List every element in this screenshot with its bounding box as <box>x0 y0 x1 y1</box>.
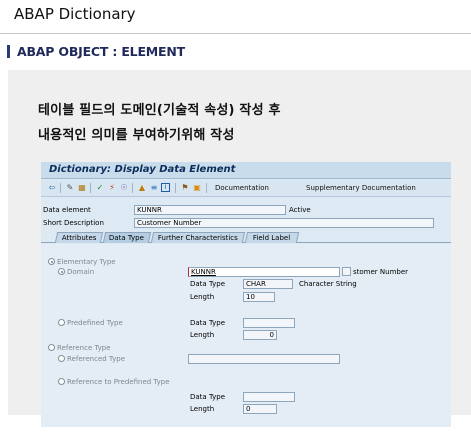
tab-further-characteristics[interactable]: Further Characteristics <box>150 232 246 243</box>
data-element-field[interactable]: KUNNR <box>134 205 286 215</box>
reference-type-label: Reference Type <box>57 344 111 352</box>
where-used-icon[interactable]: ☉ <box>119 183 129 193</box>
predefined-length-field[interactable]: 0 <box>243 330 277 340</box>
data-element-label: Data element <box>43 206 91 214</box>
page-title: ABAP Dictionary <box>14 5 136 23</box>
status-text: Active <box>289 206 311 214</box>
predefined-type-radio[interactable] <box>58 319 65 326</box>
title-divider <box>0 33 471 34</box>
data-type-label: Data Type <box>190 280 226 288</box>
description-line-1: 테이블 필드의 도메인(기술적 속성) 작성 후 <box>38 103 281 118</box>
data-type-tab-content: Elementary Type Domain KUNNR stomer Numb… <box>41 244 451 427</box>
domain-label: Domain <box>67 268 95 276</box>
length-label: Length <box>190 293 215 301</box>
section-marker <box>7 45 10 58</box>
reference-type-radio[interactable] <box>48 344 55 351</box>
predefined-data-type-label: Data Type <box>190 319 226 327</box>
list-icon[interactable]: ≡ <box>149 183 159 193</box>
navigation-icon[interactable]: ▣ <box>192 183 202 193</box>
length-field: 10 <box>243 292 275 302</box>
elementary-type-label: Elementary Type <box>57 258 116 266</box>
domain-radio[interactable] <box>58 268 65 275</box>
data-type-field: CHAR <box>243 279 293 289</box>
ref-data-type-field[interactable] <box>243 392 295 402</box>
sap-window-title: Dictionary: Display Data Element <box>49 164 236 175</box>
domain-description: stomer Number <box>353 268 409 276</box>
tab-attributes[interactable]: Attributes <box>54 232 104 243</box>
display-object-list-icon[interactable]: ⚑ <box>180 183 190 193</box>
back-arrow-icon[interactable]: ⇦ <box>47 183 57 193</box>
referenced-type-radio[interactable] <box>58 355 65 362</box>
short-description-field[interactable]: Customer Number <box>134 218 434 228</box>
data-type-description: Character String <box>299 280 357 288</box>
tab-strip: Attributes Data Type Further Characteris… <box>41 231 451 243</box>
short-description-label: Short Description <box>43 219 104 227</box>
domain-search-help-button[interactable] <box>342 267 351 276</box>
toolbar-separator <box>90 183 91 193</box>
elementary-type-radio[interactable] <box>48 258 55 265</box>
other-object-icon[interactable]: ▦ <box>77 183 87 193</box>
toolbar-separator <box>175 183 176 193</box>
predefined-data-type-field[interactable] <box>243 318 295 328</box>
ref-data-type-label: Data Type <box>190 393 226 401</box>
hierarchy-icon[interactable]: ▲ <box>137 183 147 193</box>
sap-screenshot: Dictionary: Display Data Element ⇦ ✎ ▦ ✓… <box>41 162 451 427</box>
tab-field-label[interactable]: Field Label <box>244 232 300 243</box>
info-icon[interactable]: i <box>161 183 170 192</box>
section-title: ABAP OBJECT : ELEMENT <box>17 44 185 59</box>
predefined-length-label: Length <box>190 331 215 339</box>
check-icon[interactable]: ✓ <box>95 183 105 193</box>
description-line-2: 내용적인 의미를 부여하기위해 작성 <box>38 128 235 143</box>
display-change-icon[interactable]: ✎ <box>65 183 75 193</box>
sap-toolbar: ⇦ ✎ ▦ ✓ ⚡ ☉ ▲ ≡ i ⚑ ▣ Documentation Supp… <box>41 180 451 197</box>
toolbar-separator <box>60 183 61 193</box>
ref-length-field[interactable]: 0 <box>243 404 277 414</box>
sap-title-bar: Dictionary: Display Data Element <box>41 162 451 179</box>
documentation-button[interactable]: Documentation <box>215 184 269 192</box>
toolbar-separator <box>206 183 207 193</box>
predefined-type-label: Predefined Type <box>67 319 123 327</box>
tab-attributes-label: Attributes <box>61 234 97 242</box>
tab-further-characteristics-label: Further Characteristics <box>157 234 238 242</box>
tab-field-label-label: Field Label <box>253 234 291 242</box>
ref-length-label: Length <box>190 405 215 413</box>
toolbar-separator <box>132 183 133 193</box>
referenced-type-field[interactable] <box>188 354 340 364</box>
referenced-type-label: Referenced Type <box>67 355 125 363</box>
tab-data-type[interactable]: Data Type <box>102 232 152 243</box>
tab-data-type-label: Data Type <box>109 234 145 242</box>
reference-predefined-radio[interactable] <box>58 378 65 385</box>
supplementary-documentation-button[interactable]: Supplementary Documentation <box>306 184 416 192</box>
domain-field[interactable]: KUNNR <box>188 267 340 277</box>
reference-predefined-label: Reference to Predefined Type <box>67 378 170 386</box>
activate-icon[interactable]: ⚡ <box>107 183 117 193</box>
